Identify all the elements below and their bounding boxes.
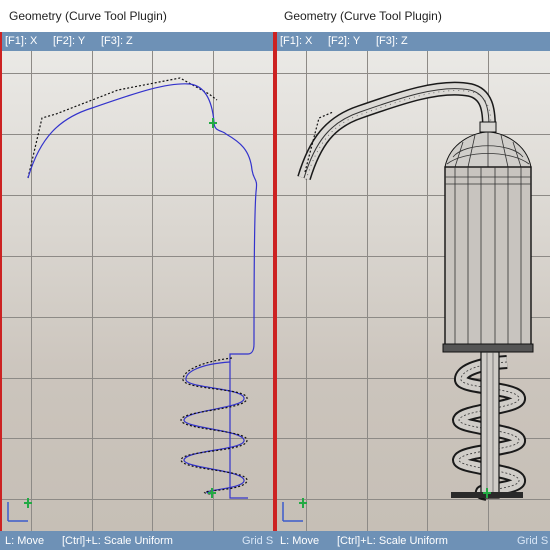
left-key-hints: [F1]: X [F2]: Y [F3]: Z [0,32,275,51]
right-mesh-scene [282,81,534,522]
right-key-f3[interactable]: [F3]: Z [376,35,408,47]
left-key-f1[interactable]: [F1]: X [5,35,37,47]
left-status-scale: [Ctrl]+L: Scale Uniform [62,535,173,547]
right-viewport[interactable]: [F1]: X [F2]: Y [F3]: Z [275,32,550,531]
right-cylinder-mesh[interactable] [444,166,532,348]
right-key-f1[interactable]: [F1]: X [280,35,312,47]
left-curve-scene [7,77,258,522]
left-status-move: L: Move [5,535,45,547]
right-panel-title: Geometry (Curve Tool Plugin) [284,9,442,23]
left-axis-gizmo-icon [7,498,32,522]
left-panel-title: Geometry (Curve Tool Plugin) [9,9,167,23]
right-key-f2[interactable]: [F2]: Y [328,35,360,47]
right-status-bar: L: Move [Ctrl]+L: Scale Uniform Grid S [275,531,550,550]
curve-tool-app: Geometry (Curve Tool Plugin) [F1]: X [F2… [0,0,550,550]
right-status-scale: [Ctrl]+L: Scale Uniform [337,535,448,547]
left-viewport[interactable]: [F1]: X [F2]: Y [F3]: Z [0,32,275,531]
left-helix-control[interactable] [180,357,248,495]
left-key-f2[interactable]: [F2]: Y [53,35,85,47]
left-titlebar: Geometry (Curve Tool Plugin) [0,0,275,32]
left-handles[interactable] [208,118,217,498]
left-helix-curve[interactable] [183,361,245,495]
right-titlebar: Geometry (Curve Tool Plugin) [275,0,550,32]
right-inner-rod[interactable] [480,351,500,499]
right-panel: Geometry (Curve Tool Plugin) [F1]: X [F2… [275,0,550,550]
right-key-hints: [F1]: X [F2]: Y [F3]: Z [275,32,550,51]
left-status-bar: L: Move [Ctrl]+L: Scale Uniform Grid S [0,531,275,550]
left-status-grid-snap[interactable]: Grid S [242,535,273,547]
left-key-f3[interactable]: [F3]: Z [101,35,133,47]
left-panel: Geometry (Curve Tool Plugin) [F1]: X [F2… [0,0,275,550]
right-axis-gizmo-icon [282,498,307,522]
left-main-curve[interactable] [27,83,258,499]
right-status-grid-snap[interactable]: Grid S [517,535,548,547]
right-status-move: L: Move [280,535,320,547]
